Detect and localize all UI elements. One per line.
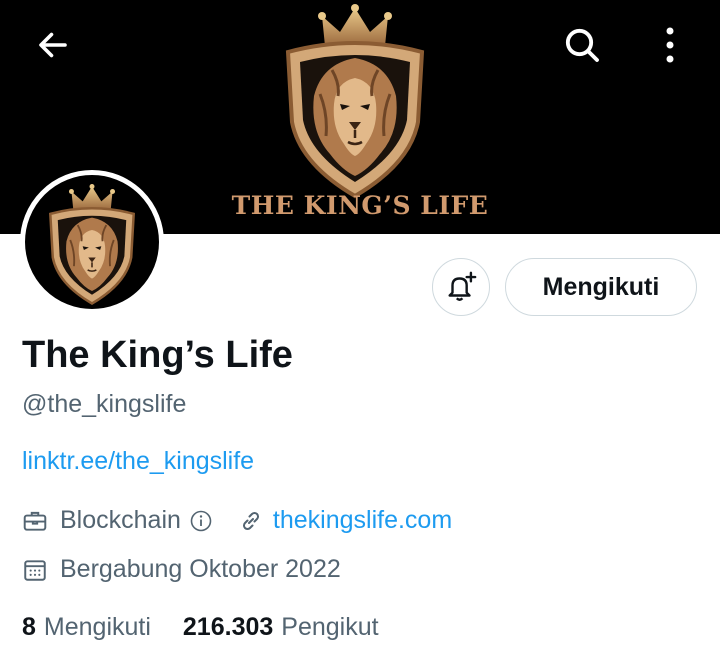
profile-avatar[interactable] <box>20 170 164 314</box>
briefcase-icon <box>23 511 47 531</box>
lion-crest-avatar-icon <box>39 184 145 306</box>
search-button[interactable] <box>557 20 607 70</box>
join-date-row: Bergabung Oktober 2022 <box>22 555 341 584</box>
search-icon <box>565 28 599 62</box>
profile-category: Blockchain <box>60 506 181 534</box>
lion-crest-logo <box>270 4 440 200</box>
bell-plus-icon <box>448 271 477 301</box>
join-date: Bergabung Oktober 2022 <box>60 555 341 583</box>
bio-link[interactable]: linktr.ee/the_kingslife <box>22 447 254 476</box>
following-stat[interactable]: 8 Mengikuti <box>22 613 151 642</box>
website-link[interactable]: thekingslife.com <box>273 506 452 535</box>
info-icon[interactable] <box>189 509 213 533</box>
link-icon <box>242 511 259 530</box>
followers-count: 216.303 <box>182 613 274 641</box>
following-count: 8 <box>22 613 36 641</box>
followers-label: Pengikut <box>281 613 379 641</box>
banner-title: THE KING’S LIFE <box>231 191 489 220</box>
following-label: Mengikuti <box>43 613 151 641</box>
profile-handle: @the_kingslife <box>22 390 187 418</box>
notify-button[interactable] <box>432 258 490 316</box>
following-button[interactable]: Mengikuti <box>505 258 697 316</box>
followers-stat[interactable]: 216.303 Pengikut <box>183 613 379 642</box>
profile-meta-row: Blockchain thekingslife.com <box>22 506 452 535</box>
profile-name: The King’s Life <box>22 334 293 376</box>
arrow-left-icon <box>39 32 67 58</box>
more-vertical-icon <box>666 27 674 63</box>
calendar-icon <box>24 559 46 581</box>
more-options-button[interactable] <box>645 20 695 70</box>
follow-stats: 8 Mengikuti 216.303 Pengikut <box>22 613 379 642</box>
back-button[interactable] <box>28 20 78 70</box>
